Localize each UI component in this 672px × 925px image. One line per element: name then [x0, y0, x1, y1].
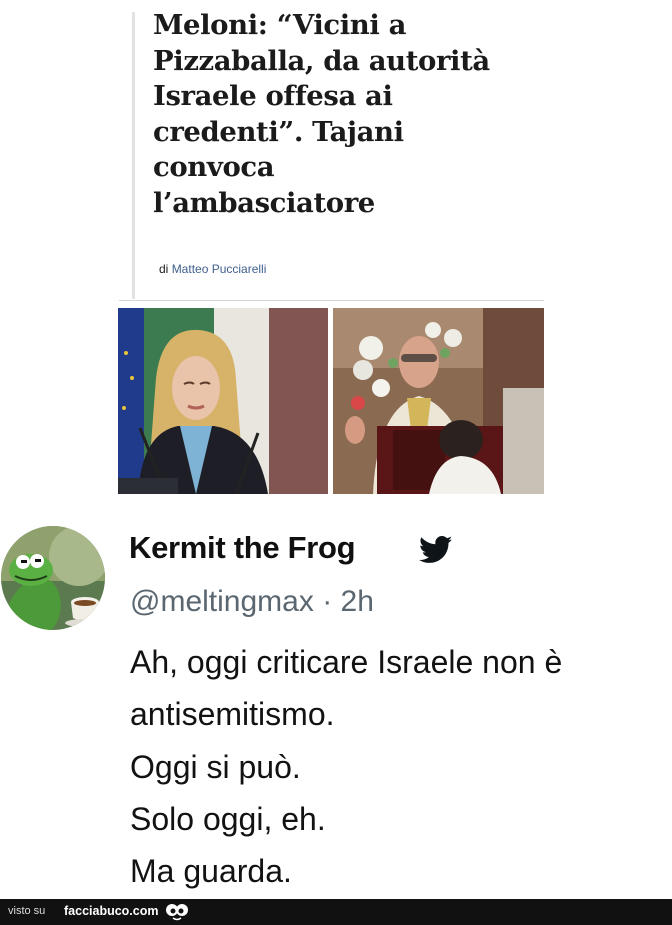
headline-line: credenti”. Tajani [153, 115, 404, 148]
facciabuco-eyes-icon [166, 904, 188, 921]
footer-watermark-bar: visto su facciabuco.com [0, 899, 672, 925]
article-headline[interactable]: Meloni: “Vicini a Pizzaballa, da autorit… [153, 8, 538, 222]
tweet-text-line: antisemitismo. [130, 696, 335, 732]
tweet-separator: · [322, 585, 333, 618]
kermit-avatar[interactable] [1, 526, 105, 630]
byline-author-link[interactable]: Matteo Pucciarelli [172, 262, 267, 276]
tweet-timestamp[interactable]: 2h [341, 585, 374, 618]
article-photo-pizzaballa [333, 308, 544, 494]
headline-line: convoca [153, 151, 275, 184]
footer-site-link[interactable]: facciabuco.com [64, 904, 158, 918]
article-card[interactable]: Meloni: “Vicini a Pizzaballa, da autorit… [119, 0, 544, 301]
byline-prefix: di [159, 262, 169, 276]
headline-line: Pizzaballa, da autorità [153, 44, 490, 77]
article-vertical-rule [132, 12, 135, 299]
headline-line: Meloni: “Vicini a [153, 9, 406, 41]
tweet-text-line: Ma guarda. [130, 853, 292, 889]
article-byline: di Matteo Pucciarelli [159, 262, 266, 276]
article-photo-meloni [118, 308, 328, 494]
tweet-handle-row: @meltingmax · 2h [130, 585, 374, 619]
tweet-handle[interactable]: @meltingmax [130, 585, 314, 618]
tweet-display-name[interactable]: Kermit the Frog [129, 530, 356, 566]
headline-line: l’ambasciatore [153, 186, 375, 219]
tweet-text-line: Solo oggi, eh. [130, 801, 326, 837]
twitter-bird-icon [419, 536, 453, 563]
headline-line: Israele offesa ai [153, 80, 393, 113]
tweet-text-line: Oggi si può. [130, 749, 301, 785]
footer-visto-su: visto su [8, 905, 46, 917]
tweet-text-line: Ah, oggi criticare Israele non è [130, 644, 563, 680]
